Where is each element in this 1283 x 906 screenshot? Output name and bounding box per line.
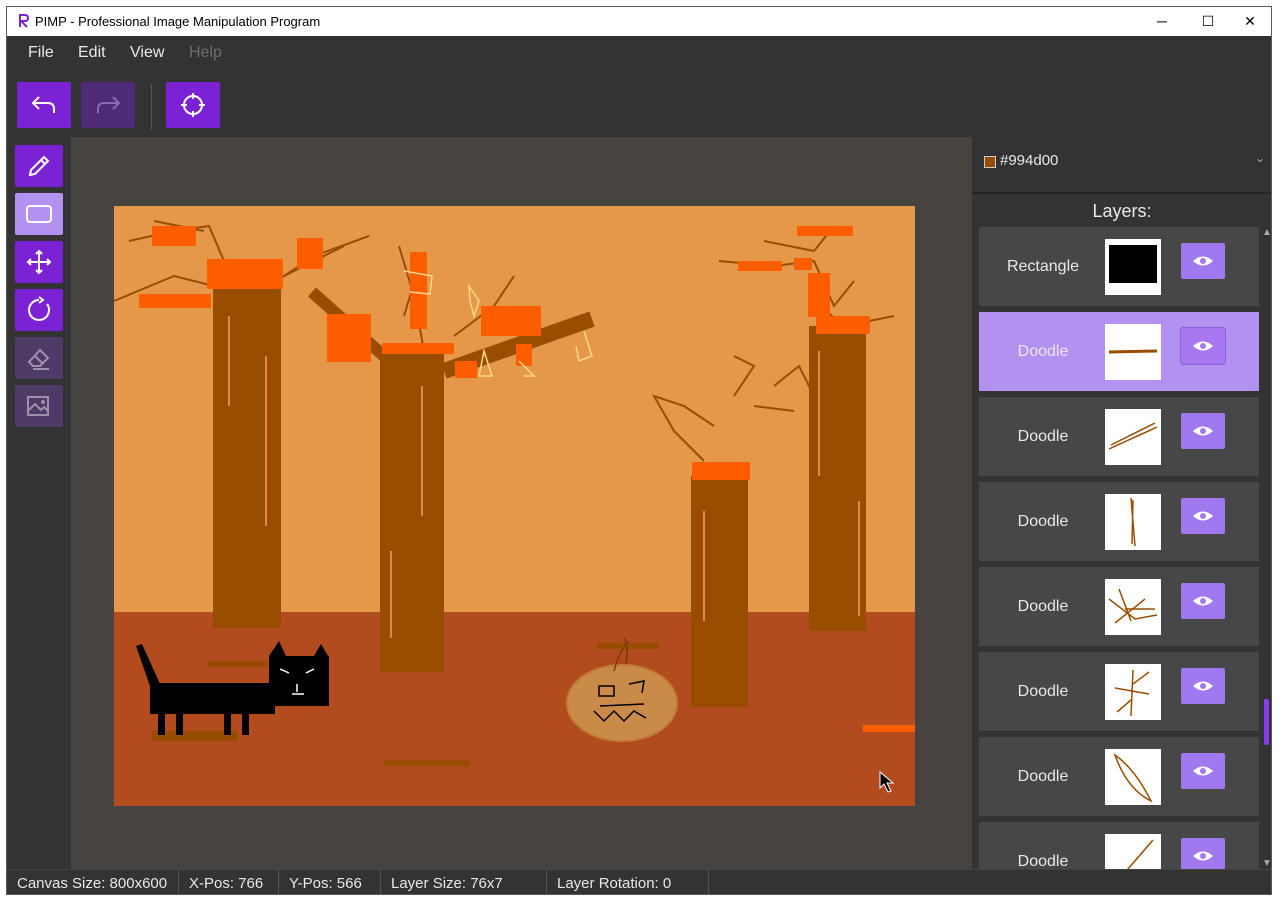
- eye-icon: [1193, 596, 1213, 606]
- scroll-thumb[interactable]: [1264, 699, 1269, 745]
- visibility-toggle[interactable]: [1181, 243, 1225, 279]
- maximize-button[interactable]: ☐: [1185, 7, 1231, 36]
- visibility-toggle[interactable]: [1181, 668, 1225, 704]
- visibility-toggle[interactable]: [1181, 498, 1225, 534]
- layer-name: Doodle: [1017, 853, 1069, 869]
- crosshair-icon: [181, 93, 205, 117]
- layer-item[interactable]: Doodle: [979, 567, 1259, 646]
- app-logo-icon: [19, 14, 29, 28]
- menu-view[interactable]: View: [130, 44, 164, 62]
- rotate-icon: [28, 296, 50, 321]
- color-swatch: [984, 156, 996, 168]
- layer-name: Doodle: [1017, 683, 1069, 700]
- app-window: PIMP - Professional Image Manipulation P…: [6, 6, 1272, 895]
- status-bar: Canvas Size: 800x600 X-Pos: 766 Y-Pos: 5…: [7, 869, 1271, 894]
- canvas-area[interactable]: [71, 137, 972, 869]
- redo-icon: [97, 96, 121, 113]
- layer-item[interactable]: Doodle: [979, 822, 1259, 869]
- layer-name: Doodle: [1017, 598, 1069, 615]
- layer-item[interactable]: Doodle: [979, 652, 1259, 731]
- layer-thumbnail: [1105, 664, 1161, 720]
- menu-bar: File Edit View Help: [7, 36, 1271, 69]
- status-y-pos: Y-Pos: 566: [279, 870, 381, 894]
- center-view-button[interactable]: [166, 82, 220, 128]
- layer-item[interactable]: Doodle: [979, 737, 1259, 816]
- layer-name: Doodle: [1017, 343, 1069, 360]
- layer-name: Rectangle: [1006, 258, 1080, 275]
- layer-name: Doodle: [1017, 513, 1069, 530]
- menu-file[interactable]: File: [28, 44, 54, 62]
- rectangle-tool-button[interactable]: [15, 193, 63, 235]
- eraser-icon: [27, 348, 50, 370]
- rectangle-icon: [26, 205, 52, 223]
- toolbar: [7, 69, 1271, 137]
- eye-icon: [1193, 426, 1213, 436]
- layer-item[interactable]: Rectangle: [979, 227, 1259, 306]
- undo-button[interactable]: [17, 82, 71, 128]
- menu-edit[interactable]: Edit: [78, 44, 106, 62]
- undo-icon: [31, 96, 55, 113]
- visibility-toggle[interactable]: [1181, 328, 1225, 364]
- color-dropdown[interactable]: #994d00 ⌄: [972, 137, 1271, 192]
- chevron-down-icon: ⌄: [1255, 151, 1266, 165]
- layers-list[interactable]: Rectangle Doodle Doodle Doodle Doodle Do…: [972, 227, 1260, 869]
- layers-heading: Layers:: [972, 192, 1271, 228]
- layer-item[interactable]: Doodle: [979, 482, 1259, 561]
- eraser-tool-button[interactable]: [15, 337, 63, 379]
- layers-scrollbar[interactable]: ▲ ▼: [1261, 227, 1271, 869]
- scroll-down-icon[interactable]: ▼: [1262, 858, 1271, 869]
- move-icon: [26, 249, 52, 275]
- layer-thumbnail: [1105, 239, 1161, 295]
- visibility-toggle[interactable]: [1181, 583, 1225, 619]
- layer-thumbnail: [1105, 749, 1161, 805]
- menu-help[interactable]: Help: [189, 44, 222, 62]
- eye-icon: [1193, 511, 1213, 521]
- layer-thumbnail: [1105, 579, 1161, 635]
- eye-icon: [1193, 766, 1213, 776]
- status-layer-size: Layer Size: 76x7: [381, 870, 547, 894]
- image-tool-button[interactable]: [15, 385, 63, 427]
- status-layer-rotation: Layer Rotation: 0: [547, 870, 709, 894]
- layer-name: Doodle: [1017, 428, 1069, 445]
- status-canvas-size: Canvas Size: 800x600: [7, 870, 179, 894]
- move-tool-button[interactable]: [15, 241, 63, 283]
- right-panel: #994d00 ⌄ Layers: Rectangle Doodle Doodl…: [972, 137, 1271, 869]
- eye-icon: [1193, 256, 1213, 266]
- visibility-toggle[interactable]: [1181, 413, 1225, 449]
- tool-palette: [7, 137, 71, 869]
- layer-item-selected[interactable]: Doodle: [979, 312, 1259, 391]
- image-icon: [27, 396, 49, 416]
- eye-icon: [1193, 341, 1213, 351]
- pencil-tool-button[interactable]: [15, 145, 63, 187]
- rotate-tool-button[interactable]: [15, 289, 63, 331]
- title-bar: PIMP - Professional Image Manipulation P…: [7, 7, 1271, 36]
- visibility-toggle[interactable]: [1181, 753, 1225, 789]
- window-title: PIMP - Professional Image Manipulation P…: [35, 14, 321, 29]
- color-label: #994d00: [1000, 152, 1059, 169]
- layer-item[interactable]: Doodle: [979, 397, 1259, 476]
- pencil-icon: [28, 155, 50, 177]
- close-button[interactable]: ✕: [1227, 7, 1271, 36]
- scroll-up-icon[interactable]: ▲: [1262, 227, 1271, 238]
- eye-icon: [1193, 681, 1213, 691]
- visibility-toggle[interactable]: [1181, 838, 1225, 869]
- eye-icon: [1193, 851, 1213, 861]
- redo-button[interactable]: [81, 82, 135, 128]
- layer-thumbnail: [1105, 834, 1161, 869]
- toolbar-separator: [151, 84, 152, 130]
- layer-thumbnail: [1105, 409, 1161, 465]
- drawing-canvas[interactable]: [114, 206, 915, 806]
- layer-thumbnail: [1105, 494, 1161, 550]
- minimize-button[interactable]: ─: [1139, 7, 1185, 36]
- layer-thumbnail: [1105, 324, 1161, 380]
- status-x-pos: X-Pos: 766: [179, 870, 279, 894]
- layer-name: Doodle: [1017, 768, 1069, 785]
